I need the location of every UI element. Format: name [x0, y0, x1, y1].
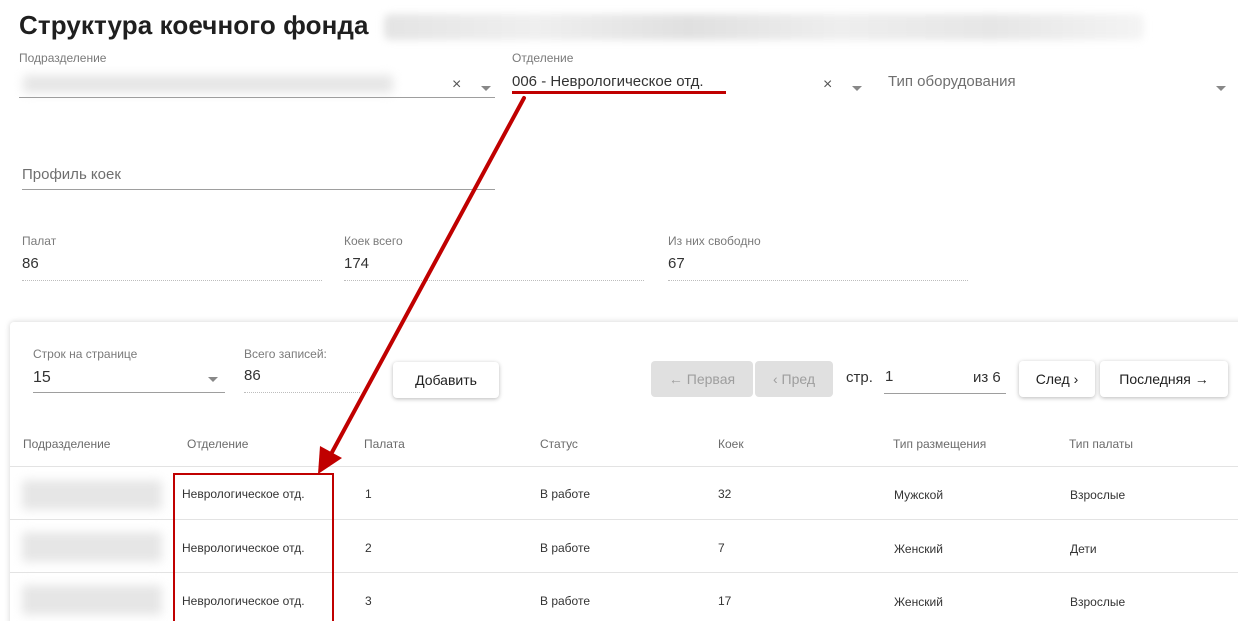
subdivision-chevron-down-icon[interactable]: [481, 86, 491, 91]
department-chevron-down-icon[interactable]: [852, 86, 862, 91]
column-header-status[interactable]: Статус: [540, 437, 578, 451]
bed-profile-placeholder: Профиль коек: [22, 166, 121, 183]
row2-room: 2: [365, 541, 372, 555]
row3-subdivision-redacted: [22, 585, 162, 615]
title-redacted: [384, 14, 1144, 40]
row1-subdivision-redacted: [22, 480, 162, 510]
row3-room: 3: [365, 594, 372, 608]
row1-beds: 32: [718, 487, 732, 501]
rows-per-page-select[interactable]: Строк на странице 15: [33, 347, 225, 393]
row3-status: В работе: [540, 594, 591, 608]
bed-profile-select[interactable]: Профиль коек: [22, 150, 495, 192]
row2-room-type: Дети: [1070, 542, 1097, 556]
beds-free-value: 67: [668, 255, 685, 272]
column-header-room-type[interactable]: Тип палаты: [1069, 437, 1133, 451]
subdivision-clear-icon[interactable]: ×: [452, 76, 461, 94]
rooms-value: 86: [22, 255, 39, 272]
department-annotation-underline: [512, 91, 726, 94]
column-header-department[interactable]: Отделение: [187, 437, 248, 451]
total-records: Всего записей: 86: [244, 347, 360, 393]
rows-per-page-label: Строк на странице: [33, 347, 138, 361]
row1-status: В работе: [540, 487, 591, 501]
row2-subdivision-redacted: [22, 532, 162, 562]
subdivision-label: Подразделение: [19, 51, 107, 65]
equipment-type-placeholder: Тип оборудования: [888, 73, 1016, 90]
prev-page-button[interactable]: ‹ Пред: [755, 361, 833, 397]
row2-status: В работе: [540, 541, 591, 555]
rooms-count: Палат 86: [22, 234, 322, 284]
rows-per-page-value: 15: [33, 369, 51, 386]
beds-free-count: Из них свободно 67: [668, 234, 968, 284]
last-page-button[interactable]: Последняя →: [1100, 361, 1228, 397]
column-header-placement[interactable]: Тип размещения: [893, 437, 986, 451]
subdivision-select[interactable]: Подразделение ×: [19, 51, 495, 99]
rows-per-page-chevron-down-icon[interactable]: [208, 377, 218, 382]
column-header-beds[interactable]: Коек: [718, 437, 744, 451]
page-value: 1: [885, 368, 894, 385]
row3-beds: 17: [718, 594, 732, 608]
department-label: Отделение: [512, 51, 574, 65]
rooms-label: Палат: [22, 234, 57, 248]
beds-total-count: Коек всего 174: [344, 234, 644, 284]
row2-beds: 7: [718, 541, 725, 555]
row1-room: 1: [365, 487, 372, 501]
row3-placement: Женский: [894, 595, 943, 609]
beds-total-value: 174: [344, 255, 370, 272]
total-records-value: 86: [244, 367, 261, 384]
department-clear-icon[interactable]: ×: [823, 76, 832, 94]
subdivision-value-redacted: [23, 75, 393, 93]
row1-placement: Мужской: [894, 488, 944, 502]
department-column-annotation-box: [173, 473, 334, 621]
page-title: Структура коечного фонда: [19, 10, 369, 40]
equipment-type-chevron-down-icon[interactable]: [1216, 86, 1226, 91]
total-records-label: Всего записей:: [244, 347, 327, 361]
equipment-type-select[interactable]: Тип оборудования: [888, 51, 1230, 99]
next-page-button[interactable]: След ›: [1019, 361, 1095, 397]
department-value: 006 - Неврологическое отд.: [512, 73, 704, 90]
first-page-button[interactable]: ← Первая: [651, 361, 753, 397]
column-header-room[interactable]: Палата: [364, 437, 405, 451]
row2-placement: Женский: [894, 542, 943, 556]
column-header-subdivision[interactable]: Подразделение: [23, 437, 110, 451]
page-number-input[interactable]: стр. 1 из 6: [846, 367, 1006, 399]
row3-room-type: Взрослые: [1070, 595, 1126, 609]
page-of: из 6: [973, 369, 1001, 386]
beds-total-label: Коек всего: [344, 234, 403, 248]
page-label: стр.: [846, 369, 873, 386]
row1-room-type: Взрослые: [1070, 488, 1126, 502]
add-button[interactable]: Добавить: [393, 362, 499, 398]
beds-free-label: Из них свободно: [668, 234, 761, 248]
